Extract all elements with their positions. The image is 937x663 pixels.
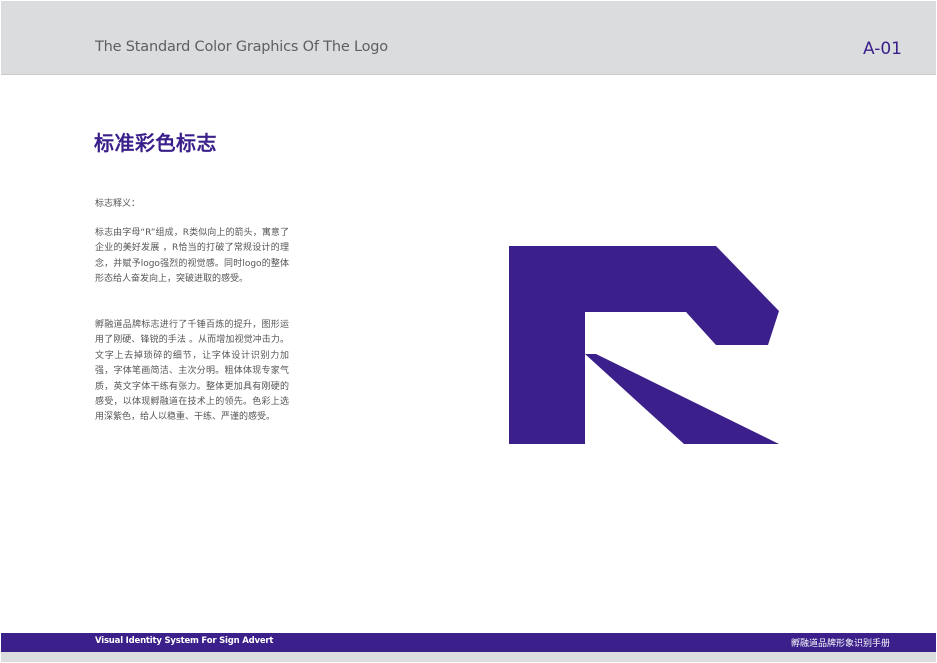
description-paragraph-1: 标志由字母“R”组成，R类似向上的箭头，寓意了企业的美好发展 ，R恰当的打破了常… — [95, 228, 289, 285]
r-logo-mark-icon — [509, 246, 779, 444]
header-title: The Standard Color Graphics Of The Logo — [95, 39, 388, 55]
section-title: 标准彩色标志 — [94, 131, 217, 155]
footer-strip — [1, 652, 936, 662]
footer-right-text: 孵融道品牌形象识别手册 — [790, 639, 890, 649]
description-label: 标志释义： — [95, 199, 141, 209]
footer-bar: Visual Identity System For Sign Advert 孵… — [1, 633, 936, 652]
description-paragraph-2: 孵融道品牌标志进行了千锤百炼的提升，图形运用了刚硬、锋锐的手法 。从而增加视觉冲… — [95, 320, 289, 423]
r-logo-leg — [585, 354, 779, 444]
footer-left-text: Visual Identity System For Sign Advert — [95, 636, 274, 646]
brand-manual-page: The Standard Color Graphics Of The Logo … — [0, 0, 937, 663]
page-code: A-01 — [862, 39, 902, 59]
r-logo-body — [509, 246, 779, 444]
page-header: The Standard Color Graphics Of The Logo … — [1, 1, 936, 75]
